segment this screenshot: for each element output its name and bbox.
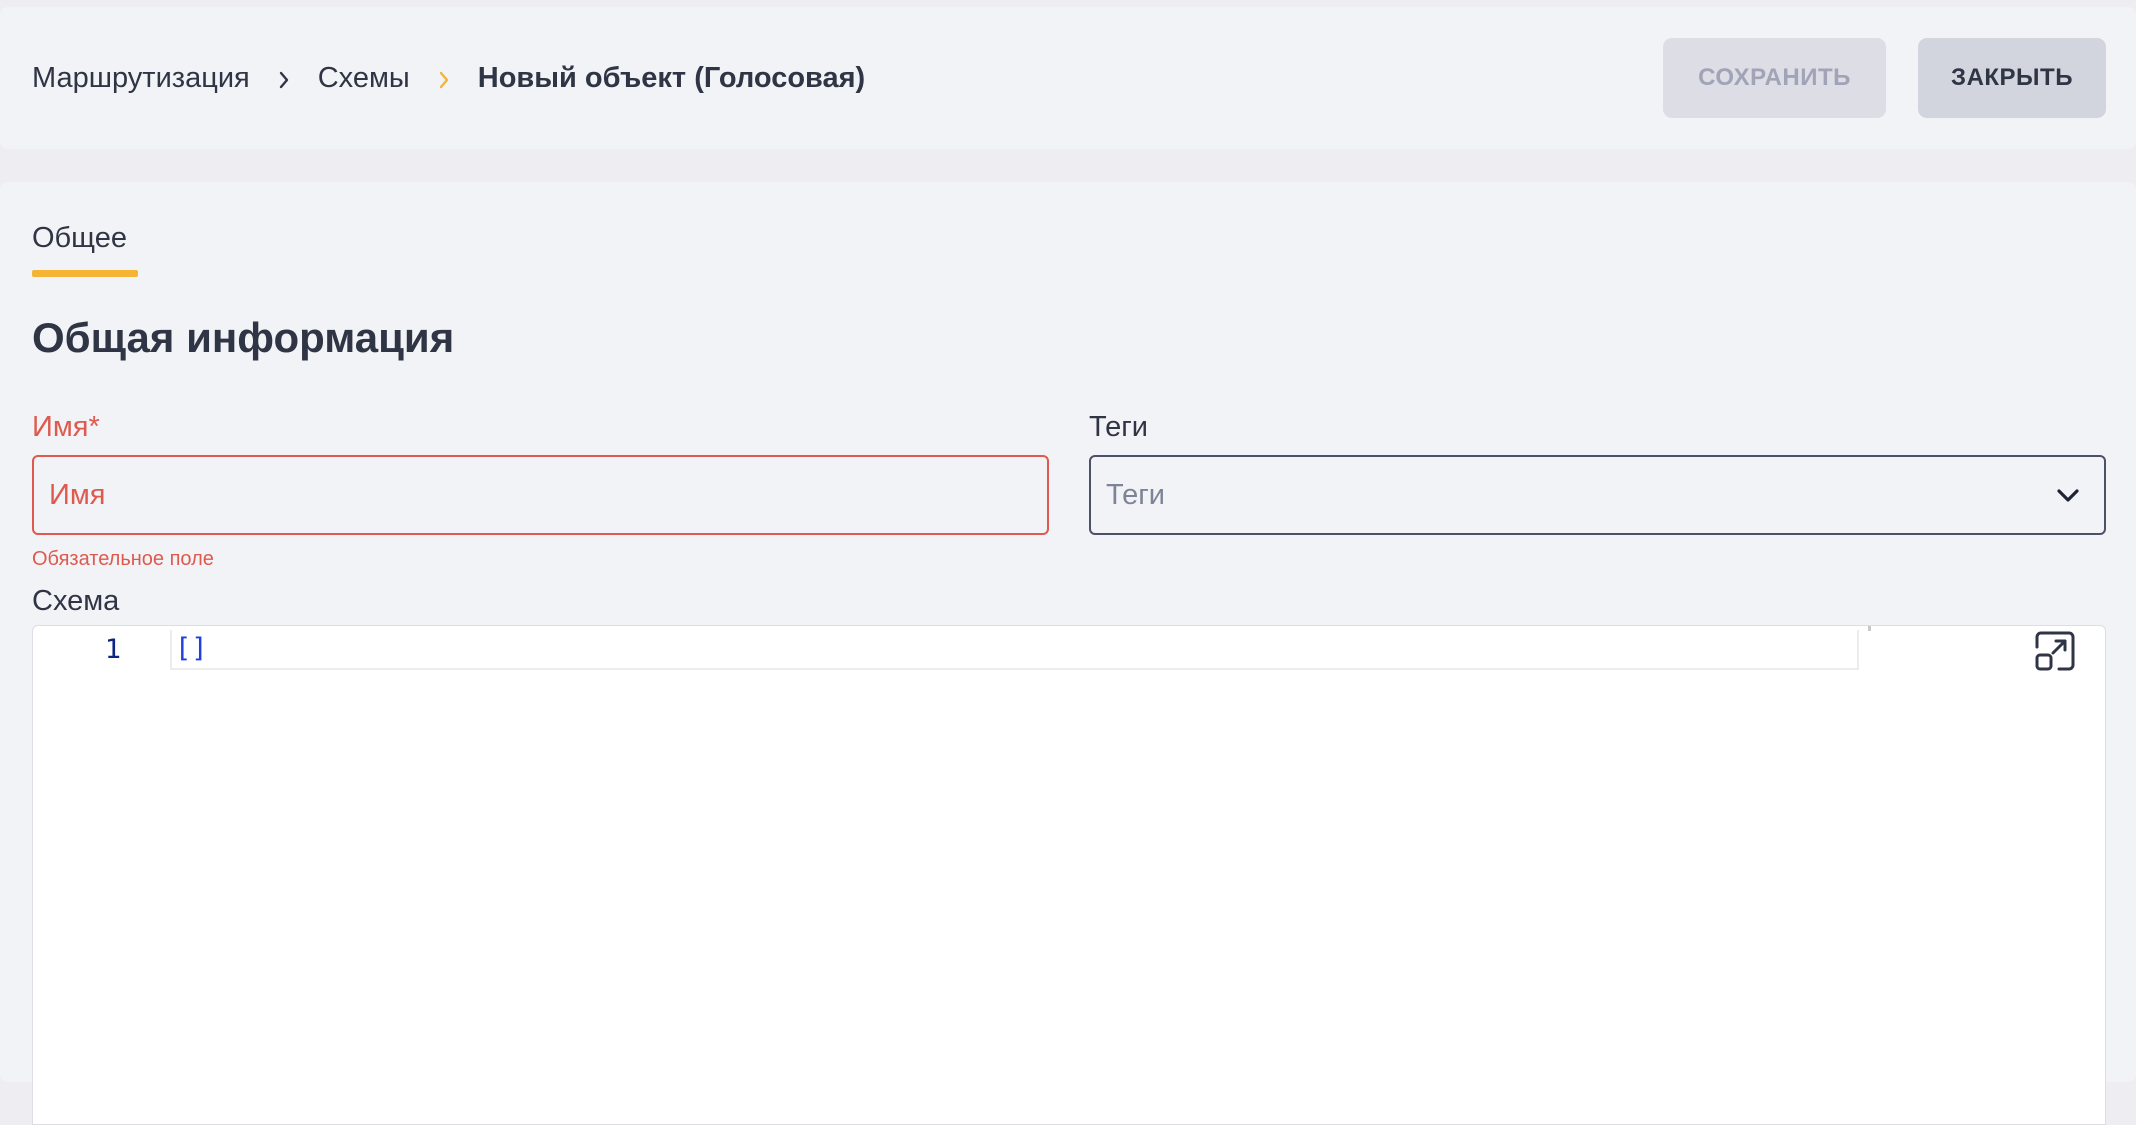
open-in-new-icon[interactable] [2033, 629, 2077, 673]
breadcrumb-item-schemes[interactable]: Схемы [318, 62, 410, 95]
form-panel: Общее Общая информация Имя* Имя Обязател… [0, 182, 2136, 1125]
name-label: Имя* [32, 411, 100, 443]
breadcrumb-separator-icon [250, 62, 318, 94]
tab-general[interactable]: Общее [32, 222, 138, 255]
code-line[interactable]: [] [175, 633, 208, 664]
active-line-highlight [170, 630, 1859, 670]
editor-scroll-marker [1868, 626, 1871, 631]
page-header: Маршрутизация Схемы Новый объект (Голосо… [0, 7, 2136, 149]
schema-label: Схема [32, 585, 120, 617]
tags-placeholder: Теги [1106, 478, 1165, 511]
breadcrumb-separator-icon [410, 62, 478, 94]
tags-label: Теги [1089, 411, 1148, 443]
section-title: Общая информация [32, 314, 455, 361]
name-error-message: Обязательное поле [32, 548, 214, 570]
close-button[interactable]: ЗАКРЫТЬ [1918, 38, 2106, 118]
line-number: 1 [104, 634, 121, 665]
chevron-down-icon [2054, 481, 2082, 517]
breadcrumb-item-routing[interactable]: Маршрутизация [32, 62, 250, 95]
name-input[interactable]: Имя [32, 455, 1049, 535]
schema-code-editor[interactable]: 1 [] [32, 625, 2106, 1125]
tab-active-indicator [32, 270, 138, 277]
tags-select[interactable]: Теги [1089, 455, 2106, 535]
breadcrumb-current: Новый объект (Голосовая) [477, 61, 866, 94]
breadcrumb: Маршрутизация Схемы Новый объект (Голосо… [32, 7, 865, 149]
save-button[interactable]: СОХРАНИТЬ [1663, 38, 1886, 118]
